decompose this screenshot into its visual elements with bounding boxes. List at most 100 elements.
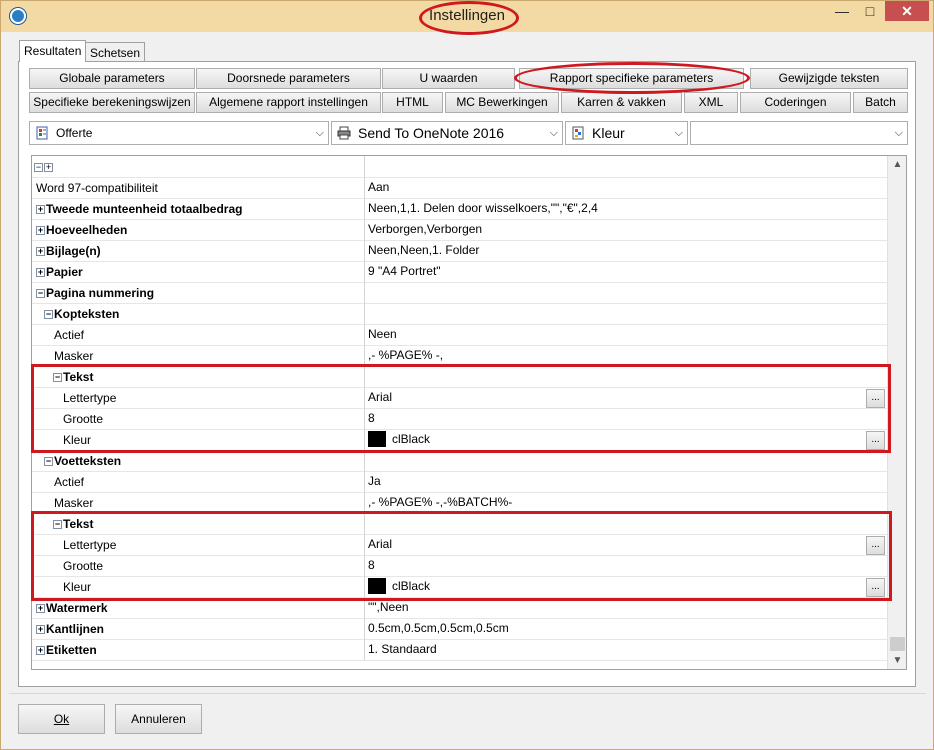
grid-row[interactable]: − Tekst — [32, 514, 887, 535]
property-value[interactable]: Neen,1,1. Delen door wisselkoers,"","€",… — [366, 199, 887, 220]
property-value[interactable]: 0.5cm,0.5cm,0.5cm,0.5cm — [366, 619, 887, 640]
property-value[interactable]: 9 "A4 Portret" — [366, 262, 887, 283]
codings-button[interactable]: Coderingen — [740, 92, 851, 113]
collapse-icon[interactable]: − — [44, 457, 53, 467]
u-values-button[interactable]: U waarden — [382, 68, 515, 89]
grid-row[interactable]: + Hoeveelheden Verborgen,Verborgen — [32, 220, 887, 241]
grid-row[interactable]: + Kantlijnen 0.5cm,0.5cm,0.5cm,0.5cm — [32, 619, 887, 640]
chevron-down-icon: ⌵ — [674, 127, 683, 139]
mc-edits-button[interactable]: MC Bewerkingen — [445, 92, 559, 113]
scroll-down-icon[interactable]: ▼ — [888, 652, 906, 669]
property-name: Hoeveelheden — [46, 223, 128, 237]
grid-row[interactable]: Word 97-compatibiliteit Aan — [32, 178, 887, 199]
expand-icon[interactable]: + — [36, 604, 45, 614]
property-value[interactable]: Verborgen,Verborgen — [366, 220, 887, 241]
collapse-icon[interactable]: − — [36, 289, 45, 299]
property-value[interactable]: Aan — [366, 178, 887, 199]
printer-combo[interactable]: Send To OneNote 2016 ⌵ — [331, 121, 563, 145]
expand-icon[interactable]: + — [36, 268, 45, 278]
maximize-button[interactable]: □ — [857, 1, 883, 21]
calculation-methods-button[interactable]: Specifieke berekeningswijzen — [29, 92, 195, 113]
close-button[interactable]: ✕ — [885, 1, 929, 21]
grid-row[interactable]: + Etiketten 1. Standaard — [32, 640, 887, 661]
grid-row[interactable]: Kleur clBlack... — [32, 577, 887, 598]
report-specific-parameters-button[interactable]: Rapport specifieke parameters — [519, 68, 744, 89]
grid-row[interactable]: − Tekst — [32, 367, 887, 388]
expand-all-icon[interactable]: + — [44, 163, 53, 173]
extra-combo[interactable]: ⌵ — [690, 121, 908, 145]
property-name: Pagina nummering — [46, 286, 155, 300]
property-value[interactable]: 1. Standaard — [366, 640, 887, 661]
section-parameters-button[interactable]: Doorsnede parameters — [196, 68, 381, 89]
grid-row[interactable]: Lettertype Arial... — [32, 535, 887, 556]
grid-row[interactable]: Actief Ja — [32, 472, 887, 493]
expand-icon[interactable]: + — [36, 205, 45, 215]
expand-icon[interactable]: + — [36, 625, 45, 635]
property-value[interactable]: 8 — [366, 556, 887, 577]
grid-row[interactable]: Lettertype Arial... — [32, 388, 887, 409]
font-picker-button[interactable]: ... — [866, 389, 885, 408]
scroll-thumb[interactable] — [890, 637, 905, 651]
grid-row[interactable]: Kleur clBlack... — [32, 430, 887, 451]
property-value[interactable] — [366, 367, 887, 388]
report-type-combo[interactable]: Offerte ⌵ — [29, 121, 329, 145]
vertical-scrollbar[interactable]: ▲ ▼ — [887, 156, 906, 669]
font-picker-button[interactable]: ... — [866, 536, 885, 555]
expand-icon[interactable]: + — [36, 247, 45, 257]
property-value[interactable]: Neen — [366, 325, 887, 346]
collapse-icon[interactable]: − — [53, 520, 62, 530]
color-icon — [572, 126, 584, 140]
collapse-all-icon[interactable]: − — [34, 163, 43, 173]
chevron-down-icon: ⌵ — [549, 127, 558, 139]
color-mode-combo[interactable]: Kleur ⌵ — [565, 121, 688, 145]
property-value[interactable]: 8 — [366, 409, 887, 430]
report-icon — [36, 126, 48, 140]
collapse-icon[interactable]: − — [44, 310, 53, 320]
minimize-button[interactable]: — — [829, 1, 855, 21]
cancel-button[interactable]: Annuleren — [115, 704, 202, 734]
property-name: Actief — [32, 472, 365, 493]
grid-row[interactable]: Actief Neen — [32, 325, 887, 346]
general-report-settings-button[interactable]: Algemene rapport instellingen — [196, 92, 381, 113]
grid-row[interactable]: + Tweede munteenheid totaalbedrag Neen,1,… — [32, 199, 887, 220]
html-button[interactable]: HTML — [382, 92, 443, 113]
ok-button[interactable]: Ok — [18, 704, 105, 734]
grid-row[interactable]: − Voetteksten — [32, 451, 887, 472]
property-name: Word 97-compatibiliteit — [32, 178, 365, 199]
collapse-icon[interactable]: − — [53, 373, 62, 383]
grid-row[interactable]: Grootte 8 — [32, 556, 887, 577]
grid-row[interactable]: + Bijlage(n) Neen,Neen,1. Folder — [32, 241, 887, 262]
global-parameters-button[interactable]: Globale parameters — [29, 68, 195, 89]
property-name: Grootte — [32, 409, 365, 430]
expand-icon[interactable]: + — [36, 226, 45, 236]
scroll-up-icon[interactable]: ▲ — [888, 156, 906, 173]
title-bar[interactable]: Instellingen — □ ✕ — [1, 1, 933, 32]
grid-row[interactable]: − Pagina nummering — [32, 283, 887, 304]
changed-texts-button[interactable]: Gewijzigde teksten — [750, 68, 908, 89]
tab-resultaten[interactable]: Resultaten — [19, 40, 87, 62]
color-picker-button[interactable]: ... — [866, 578, 885, 597]
property-name: Tekst — [63, 370, 94, 384]
property-value[interactable]: "",Neen — [366, 598, 887, 619]
batch-button[interactable]: Batch — [853, 92, 908, 113]
property-value[interactable]: Neen,Neen,1. Folder — [366, 241, 887, 262]
property-value[interactable] — [366, 451, 887, 472]
grid-row[interactable]: + Papier 9 "A4 Portret" — [32, 262, 887, 283]
tab-schetsen[interactable]: Schetsen — [85, 42, 146, 62]
property-value[interactable]: ,- %PAGE% -, — [366, 346, 887, 367]
carts-compartments-button[interactable]: Karren & vakken — [561, 92, 682, 113]
xml-button[interactable]: XML — [684, 92, 738, 113]
grid-row[interactable]: Masker ,- %PAGE% -,-%BATCH%- — [32, 493, 887, 514]
grid-row[interactable]: + Watermerk "",Neen — [32, 598, 887, 619]
property-value[interactable]: Ja — [366, 472, 887, 493]
property-grid[interactable]: − + Word 97-compatibiliteit Aan + Tweede m… — [31, 155, 907, 670]
grid-row[interactable]: − Kopteksten — [32, 304, 887, 325]
property-value[interactable] — [366, 304, 887, 325]
grid-row[interactable]: Grootte 8 — [32, 409, 887, 430]
grid-row[interactable]: Masker ,- %PAGE% -, — [32, 346, 887, 367]
property-value[interactable] — [366, 514, 887, 535]
color-picker-button[interactable]: ... — [866, 431, 885, 450]
property-value[interactable] — [366, 283, 887, 304]
property-value[interactable]: ,- %PAGE% -,-%BATCH%- — [366, 493, 887, 514]
expand-icon[interactable]: + — [36, 646, 45, 656]
